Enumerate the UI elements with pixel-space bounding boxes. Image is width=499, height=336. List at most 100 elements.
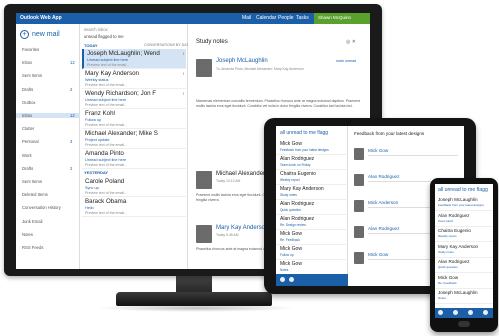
tablet-message-row[interactable]: Mick Gow Notes: [276, 260, 348, 275]
message-preview: Preview text of the email...: [85, 211, 128, 215]
tablet-message-row[interactable]: Mick Gow Feedback from your latest design…: [276, 140, 348, 155]
nav-people[interactable]: People: [278, 15, 294, 21]
thread-sender-3[interactable]: Mary Kay Anderson: [216, 225, 268, 231]
phone-message-sender: Joseph McLaughlin: [438, 197, 478, 202]
tablet-avatar: [354, 200, 364, 212]
folder-item[interactable]: Junk Email: [22, 219, 42, 224]
folder-item[interactable]: RSS Feeds: [22, 245, 43, 250]
sender-avatar: [196, 59, 212, 77]
folder-item[interactable]: Favorites: [22, 47, 39, 52]
tablet-message-row[interactable]: Mick Gow Re: Feedback: [276, 230, 348, 245]
phone-settings-icon[interactable]: [468, 310, 473, 315]
tablet-message-sender: Chaitra Eugenio: [280, 171, 316, 177]
tablet-avatar: [354, 148, 364, 160]
flag-icon[interactable]: !: [183, 51, 184, 56]
monitor-stand: [116, 292, 272, 306]
thread-sender-2[interactable]: Michael Alexander: [216, 171, 265, 177]
phone-more-icon[interactable]: [483, 310, 488, 315]
tablet-message-row[interactable]: Alan Rodriguez Re: Design review: [276, 215, 348, 230]
tablet-message-subject: Study notes: [280, 193, 297, 197]
message-preview: Preview text of the email...: [85, 83, 128, 87]
tablet-folder-icon[interactable]: [289, 277, 294, 282]
flag-icon[interactable]: !: [183, 91, 184, 96]
message-preview: Preview text of the email...: [85, 123, 128, 127]
phone-message-subject: Study notes: [438, 249, 454, 254]
message-row[interactable]: Carole Poland Sync up Preview text of the …: [82, 177, 186, 197]
folder-item[interactable]: Outbox: [22, 100, 36, 105]
message-row[interactable]: Joseph McLaughlin; Wend Unread subject li…: [82, 49, 186, 69]
phone-message-row[interactable]: Joseph McLaughlin Feedback from your late…: [435, 196, 493, 211]
folder-item[interactable]: Sent Items: [22, 73, 42, 78]
nav-mail[interactable]: Mail: [242, 15, 251, 21]
nav-tasks[interactable]: Tasks: [296, 15, 309, 21]
sort-header[interactable]: CONVERSATIONS BY DATE: [144, 43, 191, 47]
phone-message-sender: Chaitra Eugenio: [438, 228, 471, 233]
phone-message-row[interactable]: Mary Kay Anderson Study notes: [435, 243, 493, 258]
message-preview: Preview text of the email...: [85, 143, 128, 147]
phone-message-row[interactable]: Mick Gow Re: Feedback: [435, 274, 493, 289]
phone-message-row[interactable]: Alan Rodriguez Quick question: [435, 258, 493, 273]
folder-item[interactable]: Notes: [22, 232, 33, 237]
phone-filter-bar[interactable]: all unread to me flagg: [438, 187, 488, 193]
filter-bar[interactable]: unread flagged to me: [84, 34, 124, 39]
mark-unread-link[interactable]: mark unread: [336, 59, 356, 63]
message-subject: Follow up: [85, 118, 102, 122]
tablet-message-row[interactable]: Mick Gow Follow up: [276, 245, 348, 260]
thread-meta-3: Today 9:48 AM: [216, 233, 239, 237]
message-subject: Sync up: [85, 186, 99, 190]
user-name[interactable]: Shawn McQuinn: [318, 15, 351, 20]
thread-sender-1[interactable]: Joseph McLaughlin: [216, 58, 268, 64]
folder-item[interactable]: Work: [22, 153, 32, 158]
folder-item[interactable]: Personal: [22, 139, 39, 144]
folder-count: 2: [70, 165, 73, 171]
search-input[interactable]: search inbox: [84, 27, 108, 32]
folder-item[interactable]: Sent Items: [22, 179, 42, 184]
phone-home-button[interactable]: [458, 321, 470, 327]
tablet-bottom-bar: [276, 274, 348, 286]
message-subject: Project update: [85, 138, 110, 142]
message-row[interactable]: Wendy Richardson; Jon F Unread subject li…: [82, 89, 186, 109]
phone-search-icon[interactable]: [453, 310, 458, 315]
app-title: Outlook Web App: [20, 15, 62, 21]
phone-message-sender: Joseph McLaughlin: [438, 290, 478, 295]
new-mail-icon[interactable]: +: [20, 30, 29, 39]
phone-message-row[interactable]: Joseph McLaughlin Notes: [435, 289, 493, 304]
tablet-thread-sender[interactable]: Alan Rodriguez: [368, 174, 399, 179]
tablet-message-row[interactable]: Mary Kay Anderson Study notes: [276, 185, 348, 200]
phone-message-subject: Team lunch: [438, 218, 454, 223]
message-sender: Carole Poland: [85, 178, 125, 185]
reading-toolbar-icons[interactable]: ◎ ✕: [346, 39, 356, 45]
date-header-today: TODAY: [84, 43, 98, 48]
folder-count: 12: [70, 60, 75, 66]
phone-compose-icon[interactable]: [438, 310, 443, 315]
tablet-message-row[interactable]: Alan Rodriguez Quick question: [276, 200, 348, 215]
tablet-thread-sender[interactable]: Mick Anderson: [368, 200, 398, 205]
message-row[interactable]: Franz Kohl Follow up Preview text of the e…: [82, 109, 186, 129]
phone-message-subject: Weekly report: [438, 234, 457, 238]
folder-item[interactable]: Drafts: [22, 87, 33, 92]
phone-message-subject: Notes: [438, 296, 446, 300]
folder-item[interactable]: Deleted Items: [22, 192, 48, 197]
folder-item[interactable]: Conversation History: [22, 205, 61, 210]
tablet-compose-icon[interactable]: [280, 277, 285, 282]
tablet-filter-bar[interactable]: all unread to me flagg: [280, 130, 328, 136]
message-row[interactable]: Michael Alexander; Mike S Project update P…: [82, 129, 186, 149]
nav-calendar[interactable]: Calendar: [256, 15, 276, 21]
folder-item[interactable]: Drafts: [22, 166, 33, 171]
message-row[interactable]: Amanda Pinto Unread subject line here Prev…: [82, 149, 186, 169]
tablet-message-row[interactable]: Alan Rodriguez Team lunch on Friday: [276, 155, 348, 170]
phone-message-row[interactable]: Alan Rodriguez Team lunch: [435, 212, 493, 227]
flag-icon[interactable]: !: [183, 71, 184, 76]
message-subject: Weekly status: [85, 78, 109, 82]
message-row[interactable]: Barack Obama Hello Preview text of the ema…: [82, 197, 186, 217]
tablet-thread-sender[interactable]: Alan Rodriguez: [368, 226, 399, 231]
phone-message-row[interactable]: Chaitra Eugenio Weekly report: [435, 227, 493, 242]
message-row[interactable]: Mary Kay Anderson Weekly status Preview te…: [82, 69, 186, 89]
tablet-message-sender: Mick Gow: [280, 261, 302, 267]
tablet-thread-sender[interactable]: Mick Gow: [368, 148, 388, 153]
tablet-message-row[interactable]: Chaitra Eugenio Weekly report: [276, 170, 348, 185]
folder-item[interactable]: Inbox: [22, 60, 32, 65]
folder-item[interactable]: Clutter: [22, 126, 34, 131]
tablet-thread-sender[interactable]: Mick Gow: [368, 252, 388, 257]
new-mail-button[interactable]: new mail: [32, 31, 60, 38]
